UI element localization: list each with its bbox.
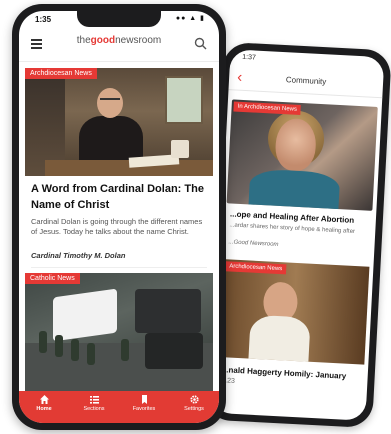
image-detail (274, 117, 318, 172)
home-icon (39, 395, 49, 404)
image-detail (165, 76, 203, 124)
image-detail (145, 333, 203, 369)
tab-label: Sections (83, 406, 105, 412)
tab-favorites[interactable]: Favorites (119, 394, 169, 412)
divider (31, 267, 207, 268)
tab-sections[interactable]: Sections (69, 394, 119, 412)
article-image-woman[interactable] (226, 99, 378, 211)
article-author: Cardinal Timothy M. Dolan (31, 251, 126, 260)
bookmark-icon (141, 395, 147, 404)
front-phone-screen: 1:35 ●● ▲ ▮ thegoodnewsroom Archdiocesan… (19, 11, 219, 423)
article-image-police[interactable] (25, 273, 213, 391)
image-detail (53, 288, 117, 342)
gear-icon (189, 395, 199, 404)
article-title[interactable]: A Word from Cardinal Dolan: The Name of … (31, 181, 209, 213)
brand-newsroom: newsroom (115, 35, 162, 46)
front-phone: 1:35 ●● ▲ ▮ thegoodnewsroom Archdiocesan… (12, 4, 226, 430)
image-detail (87, 343, 95, 365)
tab-label: Home (36, 406, 52, 412)
brand-logo: thegoodnewsroom (19, 35, 219, 47)
tab-label: Favorites (132, 406, 156, 412)
bottom-tab-bar: Home Sections Favorites Settings (19, 391, 219, 423)
article-image-priest[interactable] (218, 259, 370, 365)
tab-label: Settings (184, 406, 204, 412)
article-source: ...Good Newsroom (228, 239, 279, 248)
category-badge: Catholic News (25, 273, 80, 284)
brand-good: good (90, 35, 116, 46)
brand-the: the (76, 35, 91, 46)
image-detail (248, 314, 311, 365)
status-time: 1:37 (242, 53, 257, 62)
status-time: 1:35 (35, 15, 52, 24)
article-image-cardinal[interactable] (25, 68, 213, 176)
signal-wifi-battery-icon: ●● ▲ ▮ (175, 15, 205, 22)
tab-settings[interactable]: Settings (169, 394, 219, 412)
back-phone: 1:37 ‹ Community In Archdiocesan News ..… (204, 41, 391, 429)
tab-home[interactable]: Home (19, 394, 69, 412)
list-icon (89, 396, 99, 404)
article-headline[interactable]: ...nald Haggerty Homily: January (222, 365, 362, 381)
page-title: Community (285, 75, 327, 87)
image-detail (171, 140, 189, 158)
app-header: thegoodnewsroom (19, 29, 219, 62)
search-icon[interactable] (194, 37, 207, 50)
community-header: ‹ Community (228, 67, 384, 99)
article-excerpt: Cardinal Dolan is going through the diff… (31, 217, 203, 236)
phone-notch (77, 11, 161, 27)
image-detail (71, 339, 79, 361)
image-detail (121, 339, 129, 361)
image-detail (135, 289, 201, 333)
back-phone-screen: 1:37 ‹ Community In Archdiocesan News ..… (211, 49, 385, 421)
image-detail (55, 335, 63, 357)
image-detail (248, 168, 341, 211)
image-detail (39, 331, 47, 353)
image-detail (100, 98, 120, 104)
category-badge: Archdiocesan News (25, 68, 97, 79)
